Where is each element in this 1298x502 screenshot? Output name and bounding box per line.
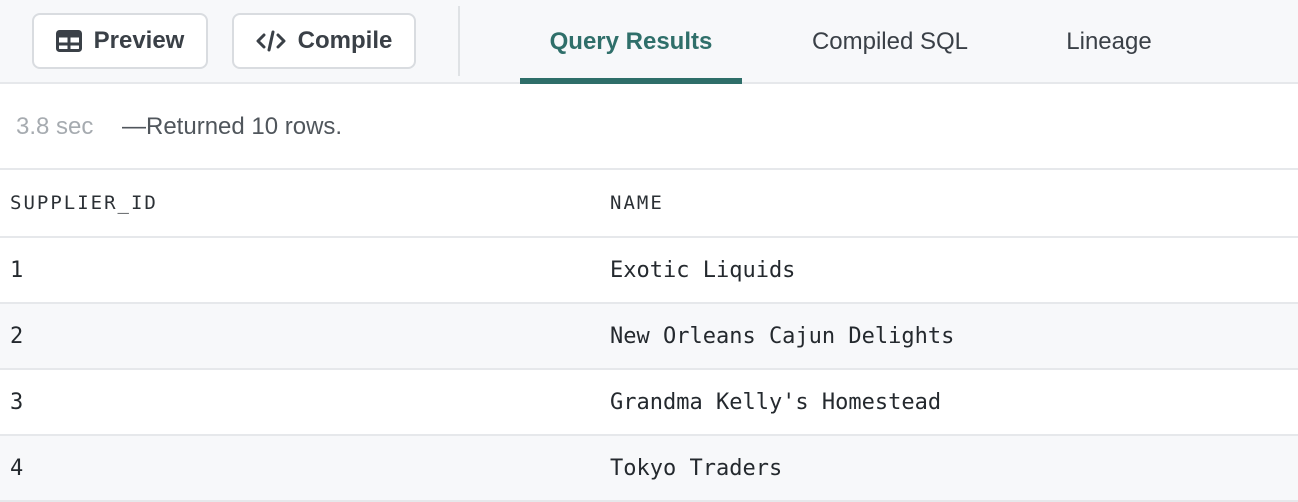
compile-button-label: Compile (297, 27, 393, 54)
preview-button-label: Preview (93, 27, 185, 54)
query-status-bar: 3.8 sec —Returned 10 rows. (0, 86, 1298, 170)
name-cell: New Orleans Cajun Delights (610, 323, 955, 349)
tab-query-results[interactable]: Query Results (520, 0, 742, 84)
query-duration: 3.8 sec (16, 113, 94, 140)
supplier-id-cell: 1 (10, 257, 24, 283)
active-tab-indicator (520, 78, 742, 84)
name-cell: Tokyo Traders (610, 455, 783, 481)
table-row: 2 New Orleans Cajun Delights (0, 304, 1298, 370)
table-row: 4 Tokyo Traders (0, 436, 1298, 502)
supplier-id-cell: 2 (10, 323, 24, 349)
table-header-row: SUPPLIER_ID NAME (0, 170, 1298, 238)
tab-query-results-label: Query Results (549, 28, 713, 55)
name-cell: Grandma Kelly's Homestead (610, 389, 942, 415)
table-row: 3 Grandma Kelly's Homestead (0, 370, 1298, 436)
tab-compiled-sql[interactable]: Compiled SQL (790, 0, 990, 84)
supplier-id-cell: 3 (10, 389, 24, 415)
supplier-id-cell: 4 (10, 455, 24, 481)
results-toolbar: Preview Compile Query Results Compiled S… (0, 0, 1298, 84)
rows-returned-message: —Returned 10 rows. (122, 113, 343, 140)
tab-lineage[interactable]: Lineage (1040, 0, 1178, 84)
table-icon (55, 30, 82, 52)
results-table: SUPPLIER_ID NAME 1 Exotic Liquids 2 New … (0, 170, 1298, 502)
tab-compiled-sql-label: Compiled SQL (811, 28, 969, 55)
name-cell: Exotic Liquids (610, 257, 796, 283)
toolbar-divider (458, 6, 460, 76)
column-header-supplier-id[interactable]: SUPPLIER_ID (10, 170, 158, 236)
tab-lineage-label: Lineage (1066, 28, 1152, 55)
compile-button[interactable]: Compile (232, 13, 416, 69)
column-header-name[interactable]: NAME (610, 170, 664, 236)
preview-button[interactable]: Preview (32, 13, 208, 69)
code-icon (256, 30, 286, 52)
table-row: 1 Exotic Liquids (0, 238, 1298, 304)
